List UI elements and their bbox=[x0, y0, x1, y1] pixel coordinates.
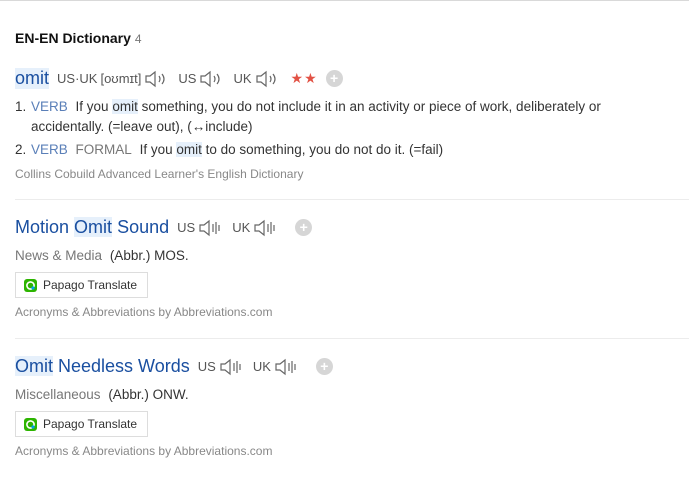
uk-label: UK bbox=[252, 359, 271, 374]
abbreviation-text: (Abbr.) ONW. bbox=[108, 387, 189, 402]
headword-row: Motion Omit Sound US UK + bbox=[15, 217, 689, 238]
dictionary-entry-onw: Omit Needless Words US UK + Miscellaneou… bbox=[15, 356, 689, 458]
papago-translate-label: Papago Translate bbox=[43, 417, 138, 431]
headword-highlight: Omit bbox=[15, 356, 53, 376]
definition-text: If you bbox=[139, 142, 173, 157]
definition-text: to do something, you do not do it. (=fai… bbox=[205, 142, 444, 157]
dictionary-source: Collins Cobuild Advanced Learner's Engli… bbox=[15, 167, 304, 181]
dictionary-entry-omit: omit US·UK [oʊmɪt] US UK ★★ + 1. VERB If… bbox=[15, 68, 689, 181]
us-label: US bbox=[197, 359, 216, 374]
headword-link[interactable]: omit bbox=[15, 68, 50, 89]
sense-definition: VERB If you omit something, you do not i… bbox=[31, 97, 689, 137]
section-title-text: EN-EN Dictionary bbox=[15, 30, 131, 46]
plus-icon[interactable]: + bbox=[295, 219, 313, 236]
sense-definition: VERB FORMAL If you omit to do something,… bbox=[31, 140, 689, 160]
sense-list: 1. VERB If you omit something, you do no… bbox=[15, 97, 689, 160]
papago-logo-icon bbox=[24, 278, 37, 292]
headword-link[interactable]: Omit Needless Words bbox=[15, 356, 190, 377]
speaker-icon[interactable] bbox=[219, 358, 243, 376]
speaker-icon[interactable] bbox=[255, 70, 279, 88]
uk-label: UK bbox=[233, 71, 252, 86]
us-label: US bbox=[178, 71, 197, 86]
category-row: News & Media (Abbr.) MOS. bbox=[15, 248, 689, 263]
us-label: US bbox=[177, 220, 196, 235]
plus-icon[interactable]: + bbox=[315, 358, 333, 375]
sense-number: 2. bbox=[15, 142, 27, 157]
speaker-icon[interactable] bbox=[253, 219, 277, 237]
papago-translate-button[interactable]: Papago Translate bbox=[15, 272, 149, 298]
category-row: Miscellaneous (Abbr.) ONW. bbox=[15, 387, 689, 402]
sense-item: 1. VERB If you omit something, you do no… bbox=[15, 97, 689, 137]
headword-part: Sound bbox=[117, 217, 170, 237]
top-border bbox=[0, 0, 689, 1]
speaker-icon[interactable] bbox=[144, 70, 168, 88]
papago-translate-label: Papago Translate bbox=[43, 278, 138, 292]
plus-icon[interactable]: + bbox=[325, 70, 343, 87]
uk-label: UK bbox=[232, 220, 251, 235]
section-title: EN-EN Dictionary 4 bbox=[15, 30, 142, 46]
papago-logo-icon bbox=[24, 417, 37, 431]
headword-part: Needless Words bbox=[58, 356, 190, 376]
category-label: News & Media bbox=[15, 248, 103, 263]
dictionary-source: Acronyms & Abbreviations by Abbreviation… bbox=[15, 305, 273, 319]
speaker-icon[interactable] bbox=[199, 70, 223, 88]
part-of-speech: VERB bbox=[31, 142, 68, 157]
ipa-text: [oʊmɪt] bbox=[100, 71, 142, 86]
speaker-icon[interactable] bbox=[198, 219, 222, 237]
definition-text: If you bbox=[75, 99, 109, 114]
frequency-stars: ★★ bbox=[290, 70, 318, 86]
dictionary-entry-mos: Motion Omit Sound US UK + News & Media (… bbox=[15, 217, 689, 319]
dictionary-source: Acronyms & Abbreviations by Abbreviation… bbox=[15, 444, 273, 458]
sense-number: 1. bbox=[15, 99, 27, 114]
entry-divider bbox=[15, 338, 689, 339]
headword-link[interactable]: Motion Omit Sound bbox=[15, 217, 169, 238]
sense-item: 2. VERB FORMAL If you omit to do somethi… bbox=[15, 140, 689, 160]
papago-translate-button[interactable]: Papago Translate bbox=[15, 411, 149, 437]
headword-part: Motion bbox=[15, 217, 70, 237]
pronunciation: US UK + bbox=[177, 219, 313, 237]
definition-highlight: omit bbox=[176, 142, 202, 157]
definition-highlight: omit bbox=[112, 99, 138, 114]
category-label: Miscellaneous bbox=[15, 387, 101, 402]
entry-divider bbox=[15, 199, 689, 200]
abbreviation-text: (Abbr.) MOS. bbox=[109, 248, 189, 263]
result-count: 4 bbox=[134, 32, 142, 46]
headword-row: omit US·UK [oʊmɪt] US UK ★★ + bbox=[15, 68, 689, 89]
pron-us-uk-label: US·UK bbox=[57, 71, 98, 86]
register-label: FORMAL bbox=[75, 142, 132, 157]
speaker-icon[interactable] bbox=[274, 358, 298, 376]
headword-highlight: Omit bbox=[74, 217, 113, 237]
pronunciation: US UK + bbox=[198, 358, 333, 376]
pronunciation: US·UK [oʊmɪt] US UK ★★ + bbox=[57, 70, 343, 88]
part-of-speech: VERB bbox=[31, 99, 68, 114]
headword-row: Omit Needless Words US UK + bbox=[15, 356, 689, 377]
